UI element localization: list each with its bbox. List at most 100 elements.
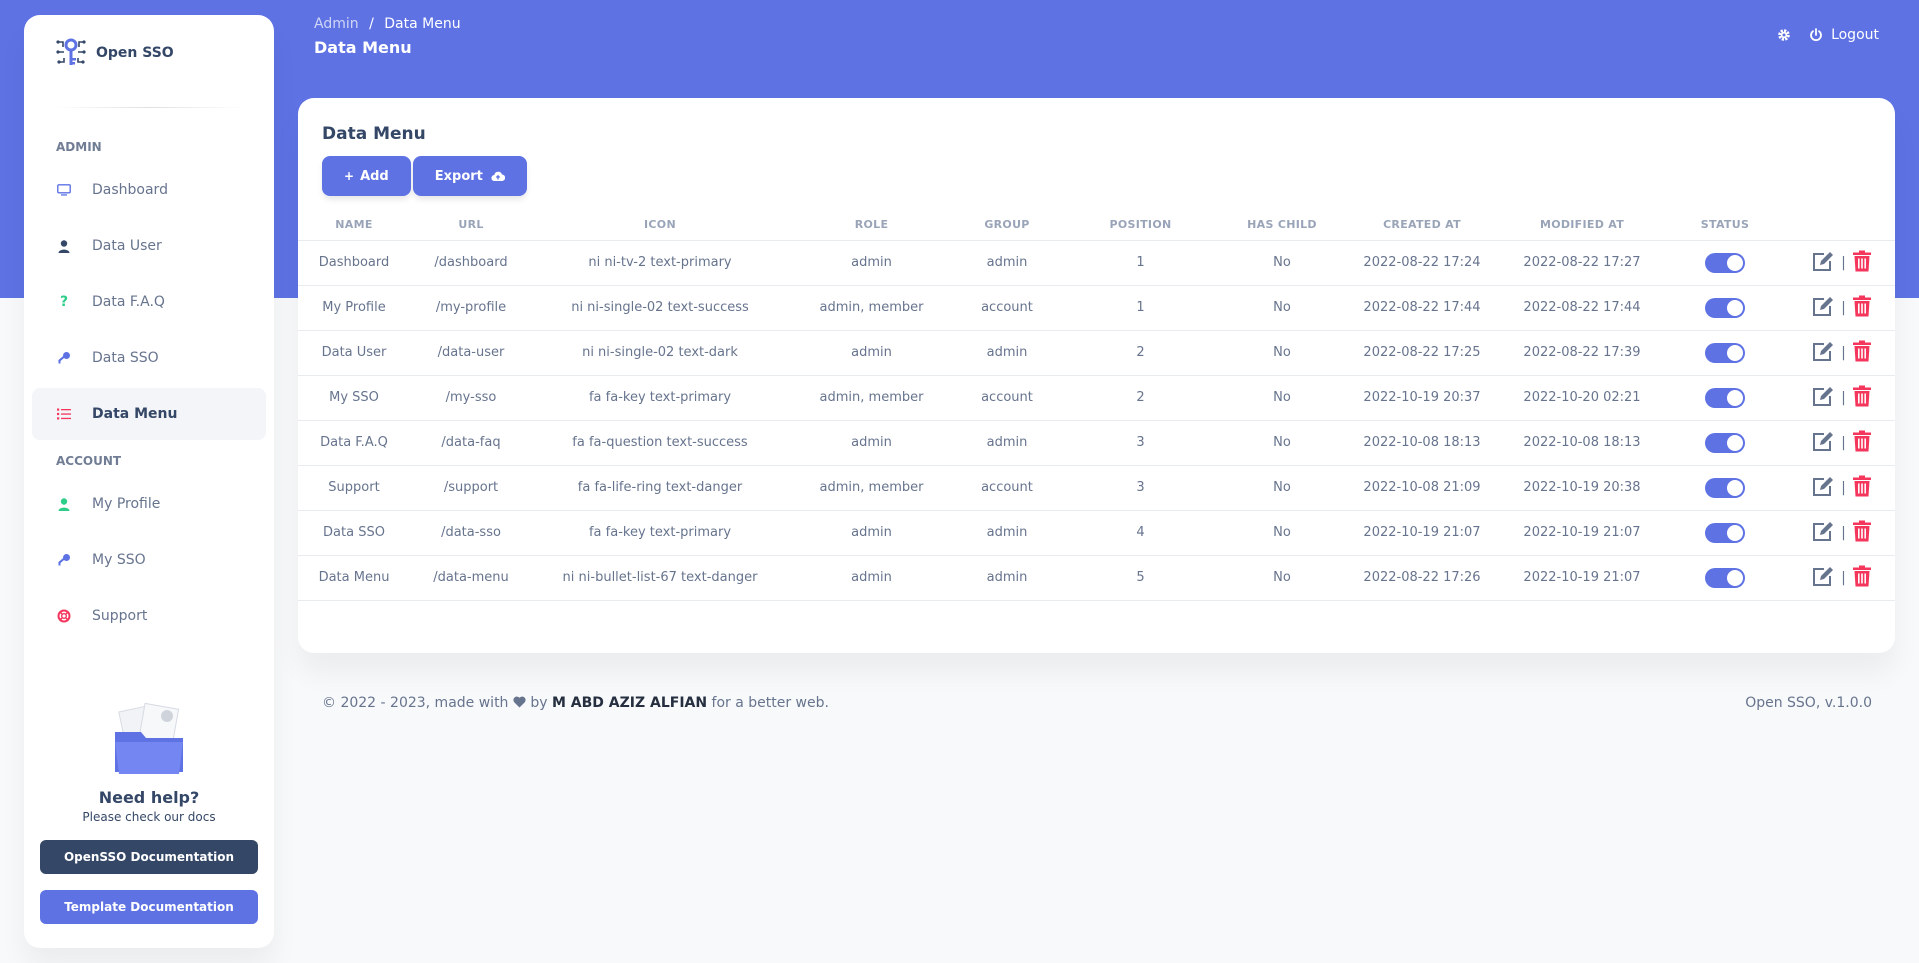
cell-role: admin	[788, 240, 955, 286]
trash-icon[interactable]	[1852, 430, 1872, 456]
sidebar-item-data-menu[interactable]: Data Menu	[32, 388, 266, 440]
edit-icon[interactable]	[1811, 340, 1835, 366]
page-title: Data Menu	[314, 38, 412, 57]
edit-icon[interactable]	[1811, 520, 1835, 546]
logout-button[interactable]: Logout	[1809, 27, 1879, 43]
cell-actions: |	[1788, 465, 1895, 511]
cell-created-at: 2022-10-08 18:13	[1342, 420, 1502, 466]
footer-version: Open SSO, v.1.0.0	[1745, 695, 1872, 711]
action-separator: |	[1841, 299, 1846, 316]
table-row: Data SSO/data-sso fa fa-key text-primary a…	[298, 510, 1895, 556]
table-header-row: Name URL Icon Role Group Position Has Ch…	[298, 210, 1895, 241]
column-header-role[interactable]: Role	[788, 210, 955, 241]
help-title: Need help?	[98, 788, 200, 807]
column-header-group[interactable]: Group	[955, 210, 1059, 241]
sidebar-item-label: My Profile	[92, 496, 161, 512]
column-header-position[interactable]: Position	[1059, 210, 1222, 241]
cell-group: admin	[955, 420, 1059, 466]
column-header-name[interactable]: Name	[298, 210, 410, 241]
cell-icon: fa fa-key text-primary	[532, 375, 788, 421]
breadcrumb: Admin / Data Menu	[314, 16, 461, 32]
user-icon	[56, 496, 72, 512]
toggle-knob	[1727, 479, 1743, 496]
trash-icon[interactable]	[1852, 385, 1872, 411]
toggle-knob	[1727, 254, 1743, 271]
action-separator: |	[1841, 254, 1846, 271]
sidebar-item-data-user[interactable]: Data User	[32, 220, 266, 272]
cell-status	[1662, 555, 1788, 601]
add-button[interactable]: + Add	[322, 156, 411, 196]
edit-icon[interactable]	[1811, 475, 1835, 501]
sidebar: Open SSO ADMIN Dashboard Data User ? Dat…	[24, 15, 274, 948]
cell-icon: ni ni-tv-2 text-primary	[532, 240, 788, 286]
cell-has-child: No	[1222, 330, 1342, 376]
breadcrumb-separator: /	[369, 16, 374, 32]
trash-icon[interactable]	[1852, 250, 1872, 276]
trash-icon[interactable]	[1852, 520, 1872, 546]
opensso-documentation-button[interactable]: OpenSSO Documentation	[40, 840, 258, 874]
column-header-modified-at[interactable]: Modified At	[1502, 210, 1662, 241]
status-toggle[interactable]	[1705, 522, 1745, 543]
sidebar-item-my-profile[interactable]: My Profile	[32, 478, 266, 530]
column-header-has-child[interactable]: Has Child	[1222, 210, 1342, 241]
row-actions: |	[1811, 250, 1872, 276]
cell-url: /data-faq	[410, 420, 532, 466]
sidebar-item-my-sso[interactable]: My SSO	[32, 534, 266, 586]
action-separator: |	[1841, 389, 1846, 406]
column-header-url[interactable]: URL	[410, 210, 532, 241]
status-toggle[interactable]	[1705, 297, 1745, 318]
cell-status	[1662, 510, 1788, 556]
edit-icon[interactable]	[1811, 250, 1835, 276]
status-toggle[interactable]	[1705, 342, 1745, 363]
row-actions: |	[1811, 385, 1872, 411]
sidebar-item-data-sso[interactable]: Data SSO	[32, 332, 266, 384]
footer-author-link[interactable]: M ABD AZIZ ALFIAN	[552, 695, 707, 711]
edit-icon[interactable]	[1811, 385, 1835, 411]
cell-modified-at: 2022-10-20 02:21	[1502, 375, 1662, 421]
sidebar-item-label: Data F.A.Q	[92, 294, 165, 310]
table-row: Dashboard/dashboard ni ni-tv-2 text-prima…	[298, 240, 1895, 286]
status-toggle[interactable]	[1705, 387, 1745, 408]
edit-icon[interactable]	[1811, 430, 1835, 456]
footer-suffix: for a better web.	[711, 695, 829, 711]
brand[interactable]: Open SSO	[24, 15, 274, 91]
cell-icon: ni ni-single-02 text-dark	[532, 330, 788, 376]
footer-prefix: © 2022 - 2023, made with	[322, 695, 509, 711]
row-actions: |	[1811, 565, 1872, 591]
breadcrumb-root[interactable]: Admin	[314, 16, 359, 32]
trash-icon[interactable]	[1852, 295, 1872, 321]
trash-icon[interactable]	[1852, 340, 1872, 366]
edit-icon[interactable]	[1811, 295, 1835, 321]
action-separator: |	[1841, 524, 1846, 541]
cell-url: /my-profile	[410, 285, 532, 331]
add-label: Add	[360, 168, 389, 184]
trash-icon[interactable]	[1852, 475, 1872, 501]
card-title: Data Menu	[322, 124, 426, 144]
top-right-actions: Logout	[1777, 27, 1879, 43]
trash-icon[interactable]	[1852, 565, 1872, 591]
sidebar-item-support[interactable]: Support	[32, 590, 266, 642]
status-toggle[interactable]	[1705, 477, 1745, 498]
cell-icon: fa fa-key text-primary	[532, 510, 788, 556]
column-header-icon[interactable]: Icon	[532, 210, 788, 241]
edit-icon[interactable]	[1811, 565, 1835, 591]
status-toggle[interactable]	[1705, 252, 1745, 273]
row-actions: |	[1811, 430, 1872, 456]
cell-created-at: 2022-10-19 20:37	[1342, 375, 1502, 421]
sidebar-item-data-faq[interactable]: ? Data F.A.Q	[32, 276, 266, 328]
column-header-status[interactable]: Status	[1662, 210, 1788, 241]
sidebar-item-dashboard[interactable]: Dashboard	[32, 164, 266, 216]
status-toggle[interactable]	[1705, 432, 1745, 453]
export-label: Export	[434, 168, 483, 184]
export-button[interactable]: Export	[412, 156, 527, 196]
column-header-created-at[interactable]: Created At	[1342, 210, 1502, 241]
power-icon	[1809, 28, 1823, 42]
template-documentation-button[interactable]: Template Documentation	[40, 890, 258, 924]
folder-illustration-icon	[101, 702, 197, 782]
gear-icon[interactable]	[1777, 28, 1791, 42]
brand-name: Open SSO	[96, 45, 174, 61]
cell-created-at: 2022-08-22 17:25	[1342, 330, 1502, 376]
status-toggle[interactable]	[1705, 567, 1745, 588]
action-separator: |	[1841, 569, 1846, 586]
toggle-knob	[1727, 299, 1743, 316]
